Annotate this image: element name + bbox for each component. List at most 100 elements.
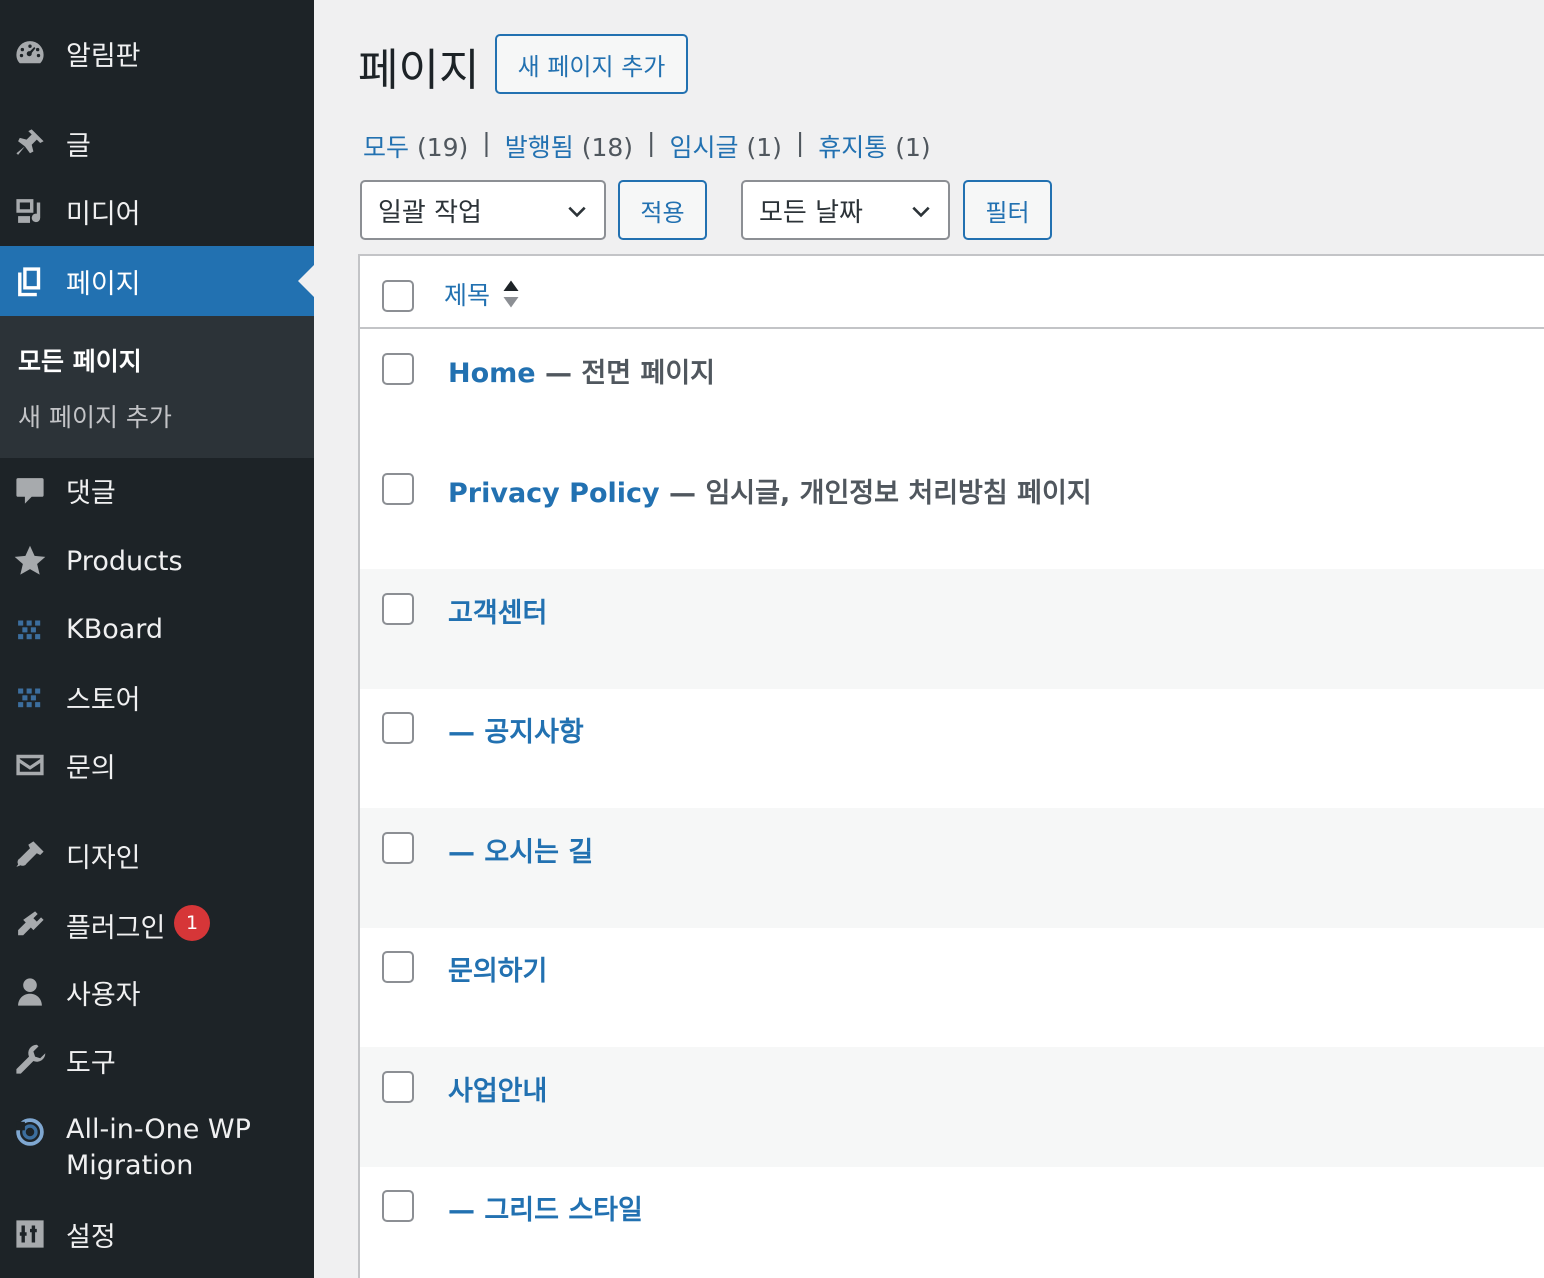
filter-all-count: (19) bbox=[416, 133, 469, 162]
status-filter-links: 모두 (19) | 발행됨 (18) | 임시글 (1) | 휴지통 (1) bbox=[363, 128, 931, 164]
row-title: — 그리드 스타일 bbox=[448, 1188, 643, 1227]
pages-table: 제목 Home — 전면 페이지 Privacy Policy — 임시글, 개… bbox=[358, 254, 1544, 1278]
date-filter-select[interactable]: 모든 날짜 bbox=[741, 180, 950, 240]
kboard-icon bbox=[12, 611, 48, 647]
sort-icon bbox=[503, 280, 519, 308]
page-title-link[interactable]: — 그리드 스타일 bbox=[448, 1195, 643, 1226]
select-all-checkbox[interactable] bbox=[382, 280, 414, 312]
add-new-page-button[interactable]: 새 페이지 추가 bbox=[495, 34, 688, 94]
page-title-link[interactable]: 고객센터 bbox=[448, 598, 547, 629]
brush-icon bbox=[12, 837, 48, 873]
submenu-all-pages[interactable]: 모든 페이지 bbox=[18, 342, 142, 378]
sidebar-item-comments[interactable]: 댓글 bbox=[0, 460, 314, 520]
plugin-icon bbox=[12, 907, 48, 943]
sidebar-item-users[interactable]: 사용자 bbox=[0, 962, 314, 1022]
table-row: Privacy Policy — 임시글, 개인정보 처리방침 페이지 bbox=[360, 449, 1544, 569]
page-title-link[interactable]: Home bbox=[448, 358, 536, 389]
row-title: Home — 전면 페이지 bbox=[448, 351, 715, 390]
column-title-sort[interactable]: 제목 bbox=[444, 276, 520, 312]
sidebar-item-products[interactable]: Products bbox=[0, 531, 314, 591]
table-row: — 그리드 스타일 bbox=[360, 1166, 1544, 1278]
column-title-label: 제목 bbox=[444, 281, 491, 310]
sidebar-item-label: 사용자 bbox=[66, 979, 141, 1011]
row-checkbox[interactable] bbox=[382, 593, 414, 625]
filter-separator: | bbox=[647, 128, 656, 157]
page-title-link[interactable]: 사업안내 bbox=[448, 1076, 547, 1107]
sidebar-item-label: 디자인 bbox=[66, 842, 141, 874]
filter-separator: | bbox=[795, 128, 805, 157]
filter-separator: | bbox=[482, 128, 491, 157]
main-content: 페이지 새 페이지 추가 모두 (19) | 발행됨 (18) | 임시글 (1… bbox=[314, 0, 1544, 1278]
apply-button[interactable]: 적용 bbox=[618, 180, 707, 240]
page-title-link[interactable]: — 공지사항 bbox=[448, 717, 584, 748]
page-title-link[interactable]: Privacy Policy bbox=[448, 478, 660, 509]
filter-published-count: (18) bbox=[581, 133, 634, 162]
row-title: 사업안내 bbox=[448, 1069, 547, 1108]
submenu-add-new-page[interactable]: 새 페이지 추가 bbox=[18, 398, 172, 434]
row-checkbox[interactable] bbox=[382, 832, 414, 864]
filter-published-link[interactable]: 발행됨 (18) bbox=[505, 128, 633, 164]
sidebar-item-label: 페이지 bbox=[66, 268, 141, 300]
mail-icon bbox=[12, 747, 48, 783]
row-checkbox[interactable] bbox=[382, 473, 414, 505]
dashboard-icon bbox=[12, 35, 48, 71]
wrench-icon bbox=[12, 1042, 48, 1078]
page-state: — 임시글, 개인정보 처리방침 페이지 bbox=[659, 478, 1092, 509]
filter-all-link[interactable]: 모두 (19) bbox=[363, 128, 468, 164]
filter-trash-link[interactable]: 휴지통 (1) bbox=[818, 128, 930, 164]
bulk-action-select[interactable]: 일괄 작업 bbox=[360, 180, 606, 240]
filter-all-label: 모두 bbox=[363, 133, 410, 162]
row-checkbox[interactable] bbox=[382, 1071, 414, 1103]
page-title-link[interactable]: 문의하기 bbox=[448, 956, 547, 987]
sidebar-item-label: KBoard bbox=[66, 613, 164, 645]
sidebar-item-label: Products bbox=[66, 545, 183, 577]
sidebar-item-contact[interactable]: 문의 bbox=[0, 735, 314, 795]
sidebar-item-media[interactable]: 미디어 bbox=[0, 181, 314, 241]
sidebar-item-plugins[interactable]: 플러그인 1 bbox=[0, 895, 314, 955]
table-row: Home — 전면 페이지 bbox=[360, 329, 1544, 449]
sidebar-item-label: 설정 bbox=[66, 1221, 116, 1253]
row-checkbox[interactable] bbox=[382, 712, 414, 744]
filter-draft-count: (1) bbox=[746, 133, 782, 162]
sidebar-item-label: 알림판 bbox=[66, 40, 141, 72]
sidebar-item-kboard[interactable]: KBoard bbox=[0, 599, 314, 659]
store-icon bbox=[12, 679, 48, 715]
row-checkbox[interactable] bbox=[382, 1190, 414, 1222]
filter-trash-label: 휴지통 bbox=[818, 133, 888, 162]
sidebar-item-settings[interactable]: 설정 bbox=[0, 1204, 314, 1264]
chevron-down-icon bbox=[568, 206, 586, 218]
sidebar-item-migration[interactable]: All-in-One WP Migration bbox=[0, 1112, 314, 1184]
sidebar-item-label: 댓글 bbox=[66, 477, 116, 509]
sidebar-item-pages[interactable]: 페이지 bbox=[0, 246, 314, 316]
user-icon bbox=[12, 974, 48, 1010]
sidebar-item-label: 문의 bbox=[66, 752, 116, 784]
sidebar-item-label: 미디어 bbox=[66, 198, 141, 230]
update-count-badge: 1 bbox=[174, 905, 210, 941]
row-title: Privacy Policy — 임시글, 개인정보 처리방침 페이지 bbox=[448, 471, 1092, 510]
sidebar-item-label: 글 bbox=[66, 130, 91, 162]
migration-icon bbox=[12, 1114, 48, 1150]
filter-draft-label: 임시글 bbox=[669, 133, 739, 162]
admin-sidebar: 알림판 글 미디어 페이지 모든 페이지 새 페이지 추가 댓글 Product… bbox=[0, 0, 314, 1278]
sidebar-item-label: 스토어 bbox=[66, 684, 141, 716]
sidebar-item-appearance[interactable]: 디자인 bbox=[0, 825, 314, 885]
filter-draft-link[interactable]: 임시글 (1) bbox=[669, 128, 781, 164]
sidebar-item-label: All-in-One WP Migration bbox=[66, 1114, 251, 1181]
table-row: — 공지사항 bbox=[360, 688, 1544, 808]
filter-trash-count: (1) bbox=[895, 133, 931, 162]
pin-icon bbox=[12, 125, 48, 161]
pages-icon bbox=[12, 263, 48, 299]
row-checkbox[interactable] bbox=[382, 353, 414, 385]
table-row: 사업안내 bbox=[360, 1047, 1544, 1167]
sidebar-item-tools[interactable]: 도구 bbox=[0, 1030, 314, 1090]
filter-button[interactable]: 필터 bbox=[963, 180, 1052, 240]
page-title-link[interactable]: — 오시는 길 bbox=[448, 837, 593, 868]
sidebar-item-posts[interactable]: 글 bbox=[0, 113, 314, 173]
sidebar-item-dashboard[interactable]: 알림판 bbox=[0, 23, 314, 83]
bulk-action-value: 일괄 작업 bbox=[378, 197, 482, 228]
row-checkbox[interactable] bbox=[382, 951, 414, 983]
row-title: — 공지사항 bbox=[448, 710, 584, 749]
comment-icon bbox=[12, 472, 48, 508]
sidebar-item-store[interactable]: 스토어 bbox=[0, 667, 314, 727]
star-icon bbox=[12, 543, 48, 579]
